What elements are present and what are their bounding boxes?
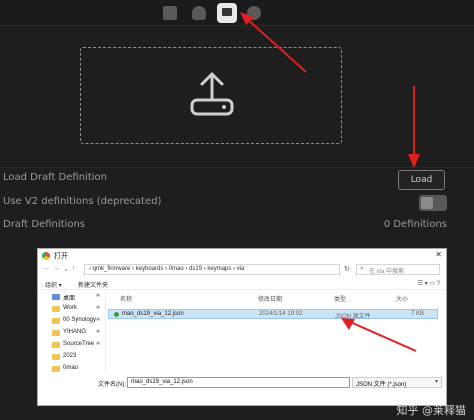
- search-input[interactable]: ⌕ 在 via 中搜索: [356, 264, 440, 275]
- dialog-title: 打开: [54, 253, 68, 260]
- chevron-down-icon: ▾: [434, 379, 438, 385]
- desktop-folder-icon: [52, 294, 60, 300]
- v2-definitions-toggle[interactable]: [419, 195, 447, 211]
- breadcrumb: › qmk_firmware › keyboards › 0mao › ds19…: [89, 266, 245, 272]
- nav-item-label: 0mao: [63, 365, 79, 371]
- up-icon[interactable]: ↑: [72, 265, 76, 272]
- nav-item-label: 00 Synology: [63, 317, 97, 323]
- open-file-dialog: 打开 ✕ ← → ⌄ ↑ › qmk_firmware › keyboards …: [37, 248, 447, 406]
- file-name: mao_ds19_via_12.json: [122, 311, 184, 317]
- design-icon[interactable]: [217, 3, 237, 23]
- json-file-icon: [114, 312, 119, 317]
- watermark: 知乎 @莱释猫: [396, 404, 467, 417]
- upload-icon: [190, 72, 234, 116]
- v2-definitions-label: Use V2 definitions (deprecated): [3, 196, 162, 207]
- folder-icon: [52, 342, 60, 348]
- test-icon[interactable]: [192, 6, 206, 20]
- filename-value: mao_ds19_via_12.json: [131, 379, 193, 385]
- chrome-icon: [42, 252, 50, 260]
- nav-item-work[interactable]: Work ✱: [38, 304, 106, 315]
- nav-item-desktop[interactable]: 桌面 ✱: [38, 292, 106, 303]
- file-date: 2024/1/14 19:02: [259, 311, 303, 317]
- refresh-icon[interactable]: ↻: [344, 265, 350, 273]
- recent-icon[interactable]: ⌄: [63, 265, 69, 273]
- keyboard-icon[interactable]: [163, 6, 177, 20]
- load-button[interactable]: Load: [398, 170, 445, 190]
- address-row: ← → ⌄ ↑ › qmk_firmware › keyboards › 0ma…: [38, 263, 446, 277]
- v2-definitions-row: Use V2 definitions (deprecated): [0, 192, 474, 216]
- annotation-arrow-load: [408, 86, 420, 168]
- nav-item-yihang[interactable]: YIHANG ✱: [38, 328, 106, 339]
- draft-definitions-row: Draft Definitions 0 Definitions: [0, 215, 474, 239]
- pin-icon: ✱: [96, 341, 101, 347]
- column-size[interactable]: 大小: [396, 294, 408, 303]
- nav-item-synology[interactable]: 00 Synology ✱: [38, 316, 106, 327]
- load-draft-row: Load Draft Definition Load: [0, 167, 474, 191]
- nav-item-label: Work: [63, 305, 77, 311]
- file-list-header: 名称 修改日期 类型 大小: [108, 293, 438, 303]
- folder-icon: [52, 366, 60, 372]
- nav-item-sourcetree[interactable]: SourceTree ✱: [38, 340, 106, 351]
- toggle-knob: [421, 197, 433, 209]
- nav-item-2023[interactable]: 2023: [38, 352, 106, 363]
- organize-button[interactable]: 组织 ▾: [45, 280, 62, 289]
- filetype-value: JSON 文件 (*.json): [356, 382, 407, 388]
- pin-icon: ✱: [96, 305, 101, 311]
- new-folder-button[interactable]: 新建文件夹: [78, 280, 108, 289]
- pin-icon: ✱: [96, 329, 101, 335]
- column-type[interactable]: 类型: [334, 294, 346, 303]
- command-bar: 组织 ▾ 新建文件夹 ☰ ▾ ▭ ?: [38, 279, 446, 290]
- nav-item-label: 桌面: [63, 296, 76, 302]
- forward-icon[interactable]: →: [53, 265, 60, 272]
- folder-icon: [52, 354, 60, 360]
- folder-icon: [52, 330, 60, 336]
- filetype-select[interactable]: JSON 文件 (*.json) ▾: [352, 377, 442, 388]
- nav-item-label: YIHANG: [63, 329, 87, 335]
- load-draft-label: Load Draft Definition: [3, 172, 107, 183]
- folder-icon: [52, 318, 60, 324]
- close-icon[interactable]: ✕: [435, 250, 442, 259]
- search-icon: ⌕: [360, 265, 364, 272]
- draft-count: 0 Definitions: [383, 219, 447, 230]
- pin-icon: ✱: [96, 317, 101, 323]
- back-icon[interactable]: ←: [43, 265, 50, 272]
- column-date[interactable]: 修改日期: [258, 294, 282, 303]
- address-bar[interactable]: › qmk_firmware › keyboards › 0mao › ds19…: [84, 264, 340, 275]
- pin-icon: ✱: [96, 293, 101, 299]
- nav-item-label: 2023: [63, 353, 77, 359]
- navigation-pane: 桌面 ✱ Work ✱ 00 Synology ✱ YIHANG ✱ Sourc…: [38, 292, 106, 372]
- filename-label: 文件名(N):: [98, 382, 126, 388]
- folder-icon: [52, 306, 60, 312]
- filename-row: 文件名(N): mao_ds19_via_12.json JSON 文件 (*.…: [38, 376, 446, 390]
- nav-item-label: SourceTree: [63, 341, 95, 347]
- column-name[interactable]: 名称: [120, 294, 132, 303]
- nav-item-0mao[interactable]: 0mao: [38, 364, 106, 375]
- annotation-arrow-toolbar: [240, 12, 307, 73]
- dialog-titlebar: 打开 ✕: [38, 249, 446, 263]
- view-options-icon[interactable]: ☰ ▾ ▭ ?: [418, 280, 440, 287]
- search-placeholder: 在 via 中搜索: [369, 269, 405, 275]
- annotation-arrow-file: [341, 318, 417, 352]
- filename-input[interactable]: mao_ds19_via_12.json: [127, 377, 350, 388]
- draft-definitions-label: Draft Definitions: [3, 219, 86, 230]
